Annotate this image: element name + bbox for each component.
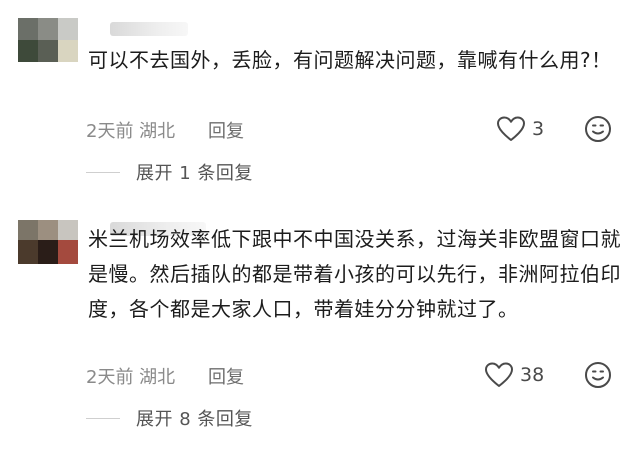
username-blurred[interactable]	[110, 22, 188, 36]
avatar[interactable]	[18, 18, 78, 62]
emoji-reaction-button[interactable]	[583, 360, 613, 395]
emoji-reaction-button[interactable]	[583, 114, 613, 149]
reply-button[interactable]: 回复	[208, 117, 244, 143]
reply-button[interactable]: 回复	[208, 363, 244, 389]
divider	[86, 171, 120, 173]
comment-item: 米兰机场效率低下跟中不中国没关系，过海关非欧盟窗口就是慢。然后插队的都是带着小孩…	[0, 205, 640, 460]
comment-time-location: 2天前 湖北	[86, 367, 176, 388]
comment-text: 可以不去国外，丢脸，有问题解决问题，靠喊有什么用?！	[88, 48, 612, 72]
expand-replies-button[interactable]: 展开 8 条回复	[86, 403, 253, 433]
divider	[86, 417, 120, 419]
smiley-face-icon	[585, 362, 611, 388]
smiley-face-icon	[585, 116, 611, 142]
heart-outline-icon	[485, 362, 513, 387]
expand-replies-label: 展开 8 条回复	[136, 409, 253, 430]
like-button[interactable]: 38	[484, 360, 544, 390]
like-count: 3	[532, 118, 545, 140]
expand-replies-button[interactable]: 展开 1 条回复	[86, 157, 253, 187]
heart-outline-icon	[497, 116, 525, 141]
comment-time-location: 2天前 湖北	[86, 121, 176, 142]
comment-meta: 2天前 湖北 回复 38	[86, 361, 626, 391]
comment-meta: 2天前 湖北 回复 3	[86, 115, 626, 145]
like-count: 38	[520, 364, 545, 386]
like-button[interactable]: 3	[496, 114, 544, 144]
comment-text: 米兰机场效率低下跟中不中国没关系，过海关非欧盟窗口就是慢。然后插队的都是带着小孩…	[88, 227, 621, 321]
comment-item: 可以不去国外，丢脸，有问题解决问题，靠喊有什么用?！ 2天前 湖北 回复 3 展…	[0, 0, 640, 205]
avatar[interactable]	[18, 220, 78, 264]
expand-replies-label: 展开 1 条回复	[136, 163, 253, 184]
